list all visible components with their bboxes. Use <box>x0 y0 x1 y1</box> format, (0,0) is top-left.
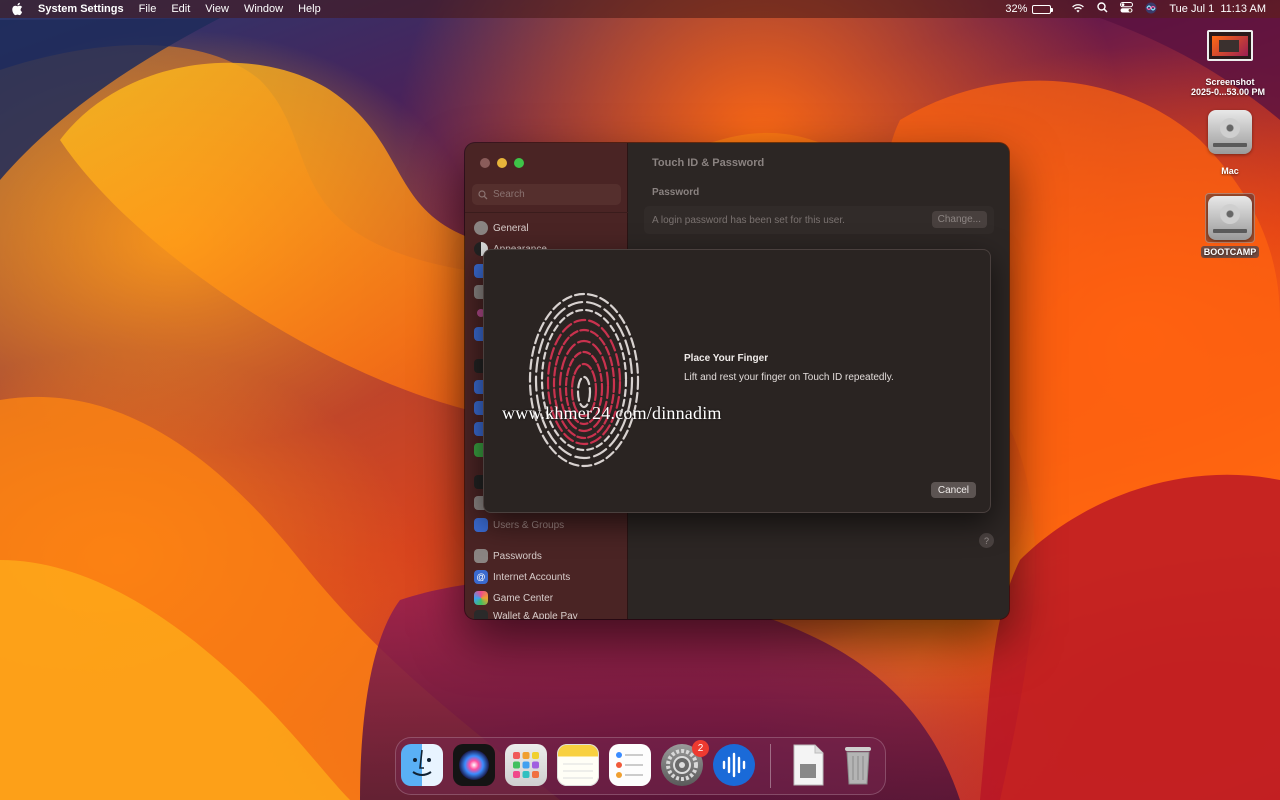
hard-drive-icon <box>1208 196 1252 240</box>
wallet-icon <box>474 610 488 619</box>
bootcamp-drive-label: BOOTCAMP <box>1200 246 1260 258</box>
zoom-button[interactable] <box>514 158 524 168</box>
apple-menu-icon[interactable] <box>10 2 24 16</box>
sidebar-item-internet-accounts[interactable]: @ Internet Accounts <box>474 568 622 586</box>
password-section-label: Password <box>652 187 700 198</box>
battery-status[interactable]: 32% <box>1005 3 1054 15</box>
menu-bar: System Settings File Edit View Window He… <box>0 0 1280 18</box>
finder-icon <box>412 749 432 776</box>
notification-badge: 2 <box>692 740 709 757</box>
dock-reminders[interactable] <box>609 744 651 786</box>
sidebar-item-users-groups[interactable]: Users & Groups <box>474 516 622 534</box>
screenshot-label-line1: Screenshot <box>1205 77 1255 87</box>
sidebar-item-wallet[interactable]: Wallet & Apple Pay <box>474 610 622 619</box>
spotlight-search-icon[interactable] <box>1097 2 1108 16</box>
launchpad-grid-icon <box>513 752 539 778</box>
key-icon <box>474 549 488 563</box>
watermark-text: www.khmer24.com/dinnadim <box>502 403 722 423</box>
dock-document[interactable] <box>787 744 829 786</box>
dock-notes[interactable] <box>557 744 599 786</box>
window-controls <box>480 158 524 168</box>
notes-icon <box>563 763 593 779</box>
waveform-icon <box>722 752 746 778</box>
trash-icon <box>845 747 871 785</box>
menu-help[interactable]: Help <box>298 3 321 15</box>
fingerprint-icon <box>528 292 640 468</box>
mac-drive-label: Mac <box>1221 166 1239 176</box>
dock-audio-app[interactable] <box>713 744 755 786</box>
document-icon <box>793 744 824 786</box>
battery-icon <box>1032 4 1054 14</box>
password-status-text: A login password has been set for this u… <box>652 214 845 226</box>
search-icon <box>478 189 488 199</box>
minimize-button[interactable] <box>497 158 507 168</box>
sheet-instructions: Lift and rest your finger on Touch ID re… <box>684 372 894 383</box>
desktop-mac-drive[interactable]: Mac <box>1200 110 1260 176</box>
wifi-icon[interactable] <box>1071 3 1085 16</box>
menu-window[interactable]: Window <box>244 3 283 15</box>
users-icon <box>474 518 488 532</box>
touch-id-enroll-sheet: Place Your Finger Lift and rest your fin… <box>483 249 991 513</box>
sidebar-item-game-center[interactable]: Game Center <box>474 589 622 607</box>
dock: 2 <box>395 737 886 795</box>
control-center-icon[interactable] <box>1120 2 1134 16</box>
sidebar-item-label: Game Center <box>493 592 554 604</box>
desktop-bootcamp-drive[interactable]: BOOTCAMP <box>1200 193 1260 258</box>
dock-siri[interactable] <box>453 744 495 786</box>
sidebar-item-general[interactable]: General <box>474 219 622 237</box>
password-row: A login password has been set for this u… <box>644 206 994 234</box>
cancel-button[interactable]: Cancel <box>930 482 976 498</box>
menu-clock[interactable]: Tue Jul 1 11:13 AM <box>1169 3 1266 15</box>
sidebar-search[interactable] <box>472 184 621 205</box>
dock-separator <box>770 744 771 788</box>
sidebar-item-label: Internet Accounts <box>493 571 571 583</box>
sidebar-item-label: Passwords <box>493 550 542 562</box>
hard-drive-icon <box>1208 110 1252 154</box>
menu-file[interactable]: File <box>139 3 157 15</box>
menu-edit[interactable]: Edit <box>171 3 190 15</box>
page-title: Touch ID & Password <box>652 157 765 169</box>
sidebar-item-label: Users & Groups <box>493 519 565 531</box>
sidebar-item-label: General <box>493 222 529 234</box>
desktop-screenshot-file[interactable]: Screenshot 2025-0...53.00 PM <box>1190 30 1270 97</box>
sidebar-item-passwords[interactable]: Passwords <box>474 547 622 565</box>
siri-icon <box>459 750 489 780</box>
help-button[interactable]: ? <box>979 533 994 548</box>
sheet-title: Place Your Finger <box>684 353 769 364</box>
change-password-button[interactable]: Change... <box>931 211 987 228</box>
sidebar-item-label: Wallet & Apple Pay <box>493 611 578 619</box>
dock-system-settings[interactable]: 2 <box>661 740 709 786</box>
dock-trash[interactable] <box>837 744 879 786</box>
screenshot-label-line2: 2025-0...53.00 PM <box>1190 87 1266 97</box>
at-sign-icon: @ <box>474 570 488 584</box>
battery-percent: 32% <box>1005 3 1028 15</box>
sidebar-divider <box>465 212 628 213</box>
dock-launchpad[interactable] <box>505 744 547 786</box>
reminders-icon <box>616 752 643 778</box>
bootcamp-selection <box>1205 193 1255 243</box>
menu-app-name[interactable]: System Settings <box>38 3 124 15</box>
game-center-icon <box>474 591 488 605</box>
screenshot-thumbnail-icon <box>1207 30 1253 61</box>
close-button[interactable] <box>480 158 490 168</box>
search-input[interactable] <box>493 189 613 200</box>
gear-icon <box>474 221 488 235</box>
dock-finder[interactable] <box>401 744 443 786</box>
siri-icon[interactable] <box>1145 2 1157 17</box>
menu-view[interactable]: View <box>205 3 229 15</box>
